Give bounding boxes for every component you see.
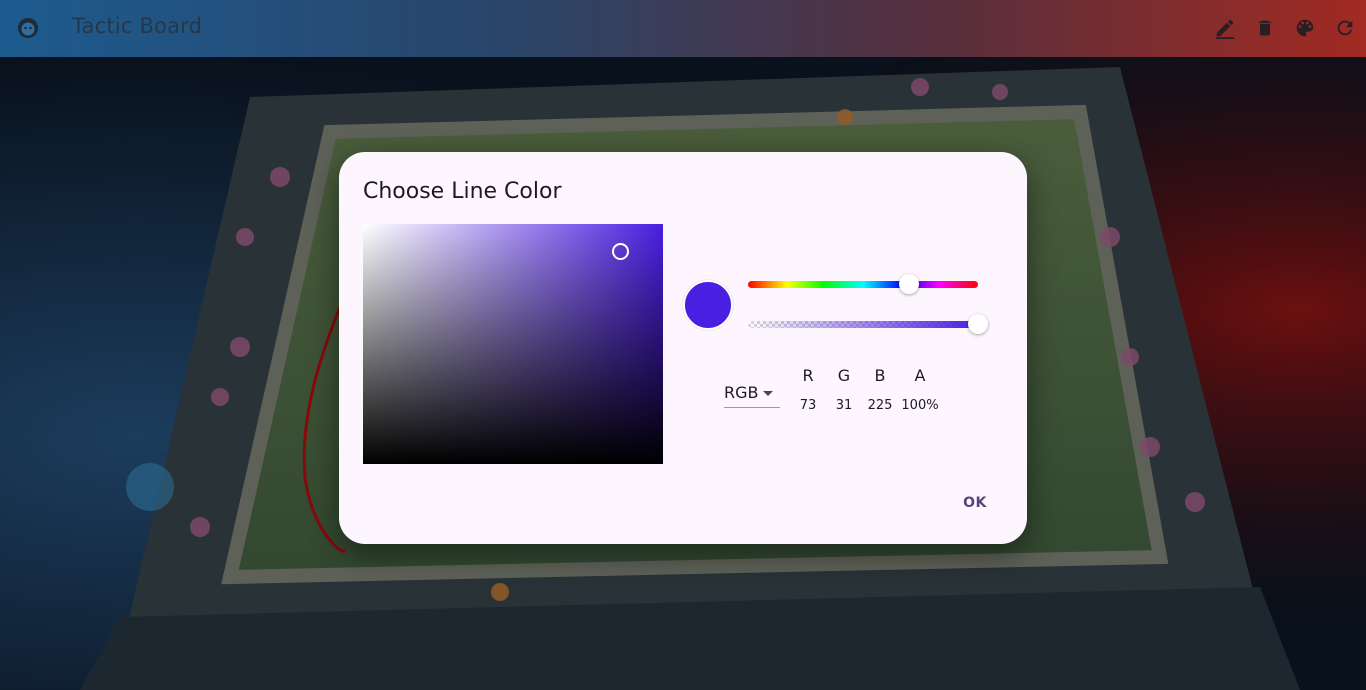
alpha-slider-thumb[interactable] <box>968 314 988 334</box>
hue-slider[interactable] <box>748 274 978 294</box>
color-mode-dropdown[interactable]: RGB <box>724 380 780 408</box>
channel-g: G 31 <box>824 366 864 413</box>
delete-icon[interactable] <box>1252 14 1278 42</box>
selected-color-swatch <box>683 280 733 330</box>
color-picker-dialog: Choose Line Color RGB R 73 G 31 B 225 A … <box>339 152 1027 544</box>
refresh-icon[interactable] <box>1332 14 1358 42</box>
channel-label: R <box>802 366 814 385</box>
dialog-title: Choose Line Color <box>363 179 562 204</box>
channel-value[interactable]: 100% <box>900 398 940 413</box>
face-icon[interactable] <box>16 16 40 40</box>
channel-a: A 100% <box>900 366 940 413</box>
alpha-gradient <box>748 321 978 328</box>
channel-b: B 225 <box>860 366 900 413</box>
ok-button[interactable]: OK <box>955 488 995 518</box>
saturation-value-picker[interactable] <box>363 224 663 464</box>
edit-icon[interactable] <box>1212 14 1238 42</box>
dropdown-caret-icon <box>763 391 773 396</box>
channel-r: R 73 <box>788 366 828 413</box>
channel-label: B <box>874 366 886 385</box>
alpha-slider[interactable] <box>748 321 978 328</box>
color-mode-value: RGB <box>724 383 759 402</box>
app-title: Tactic Board <box>72 14 203 38</box>
palette-icon[interactable] <box>1292 14 1318 42</box>
app-bar: Tactic Board <box>0 0 1366 57</box>
channel-value[interactable]: 73 <box>788 398 828 413</box>
app-root: Tactic Board Choose Line Color RGB R 73 … <box>0 0 1366 690</box>
channel-label: A <box>914 366 926 385</box>
channel-label: G <box>837 366 851 385</box>
hue-slider-thumb[interactable] <box>899 274 919 294</box>
channel-value[interactable]: 31 <box>824 398 864 413</box>
sv-cursor[interactable] <box>612 243 629 260</box>
channel-value[interactable]: 225 <box>860 398 900 413</box>
app-actions <box>1212 14 1358 42</box>
